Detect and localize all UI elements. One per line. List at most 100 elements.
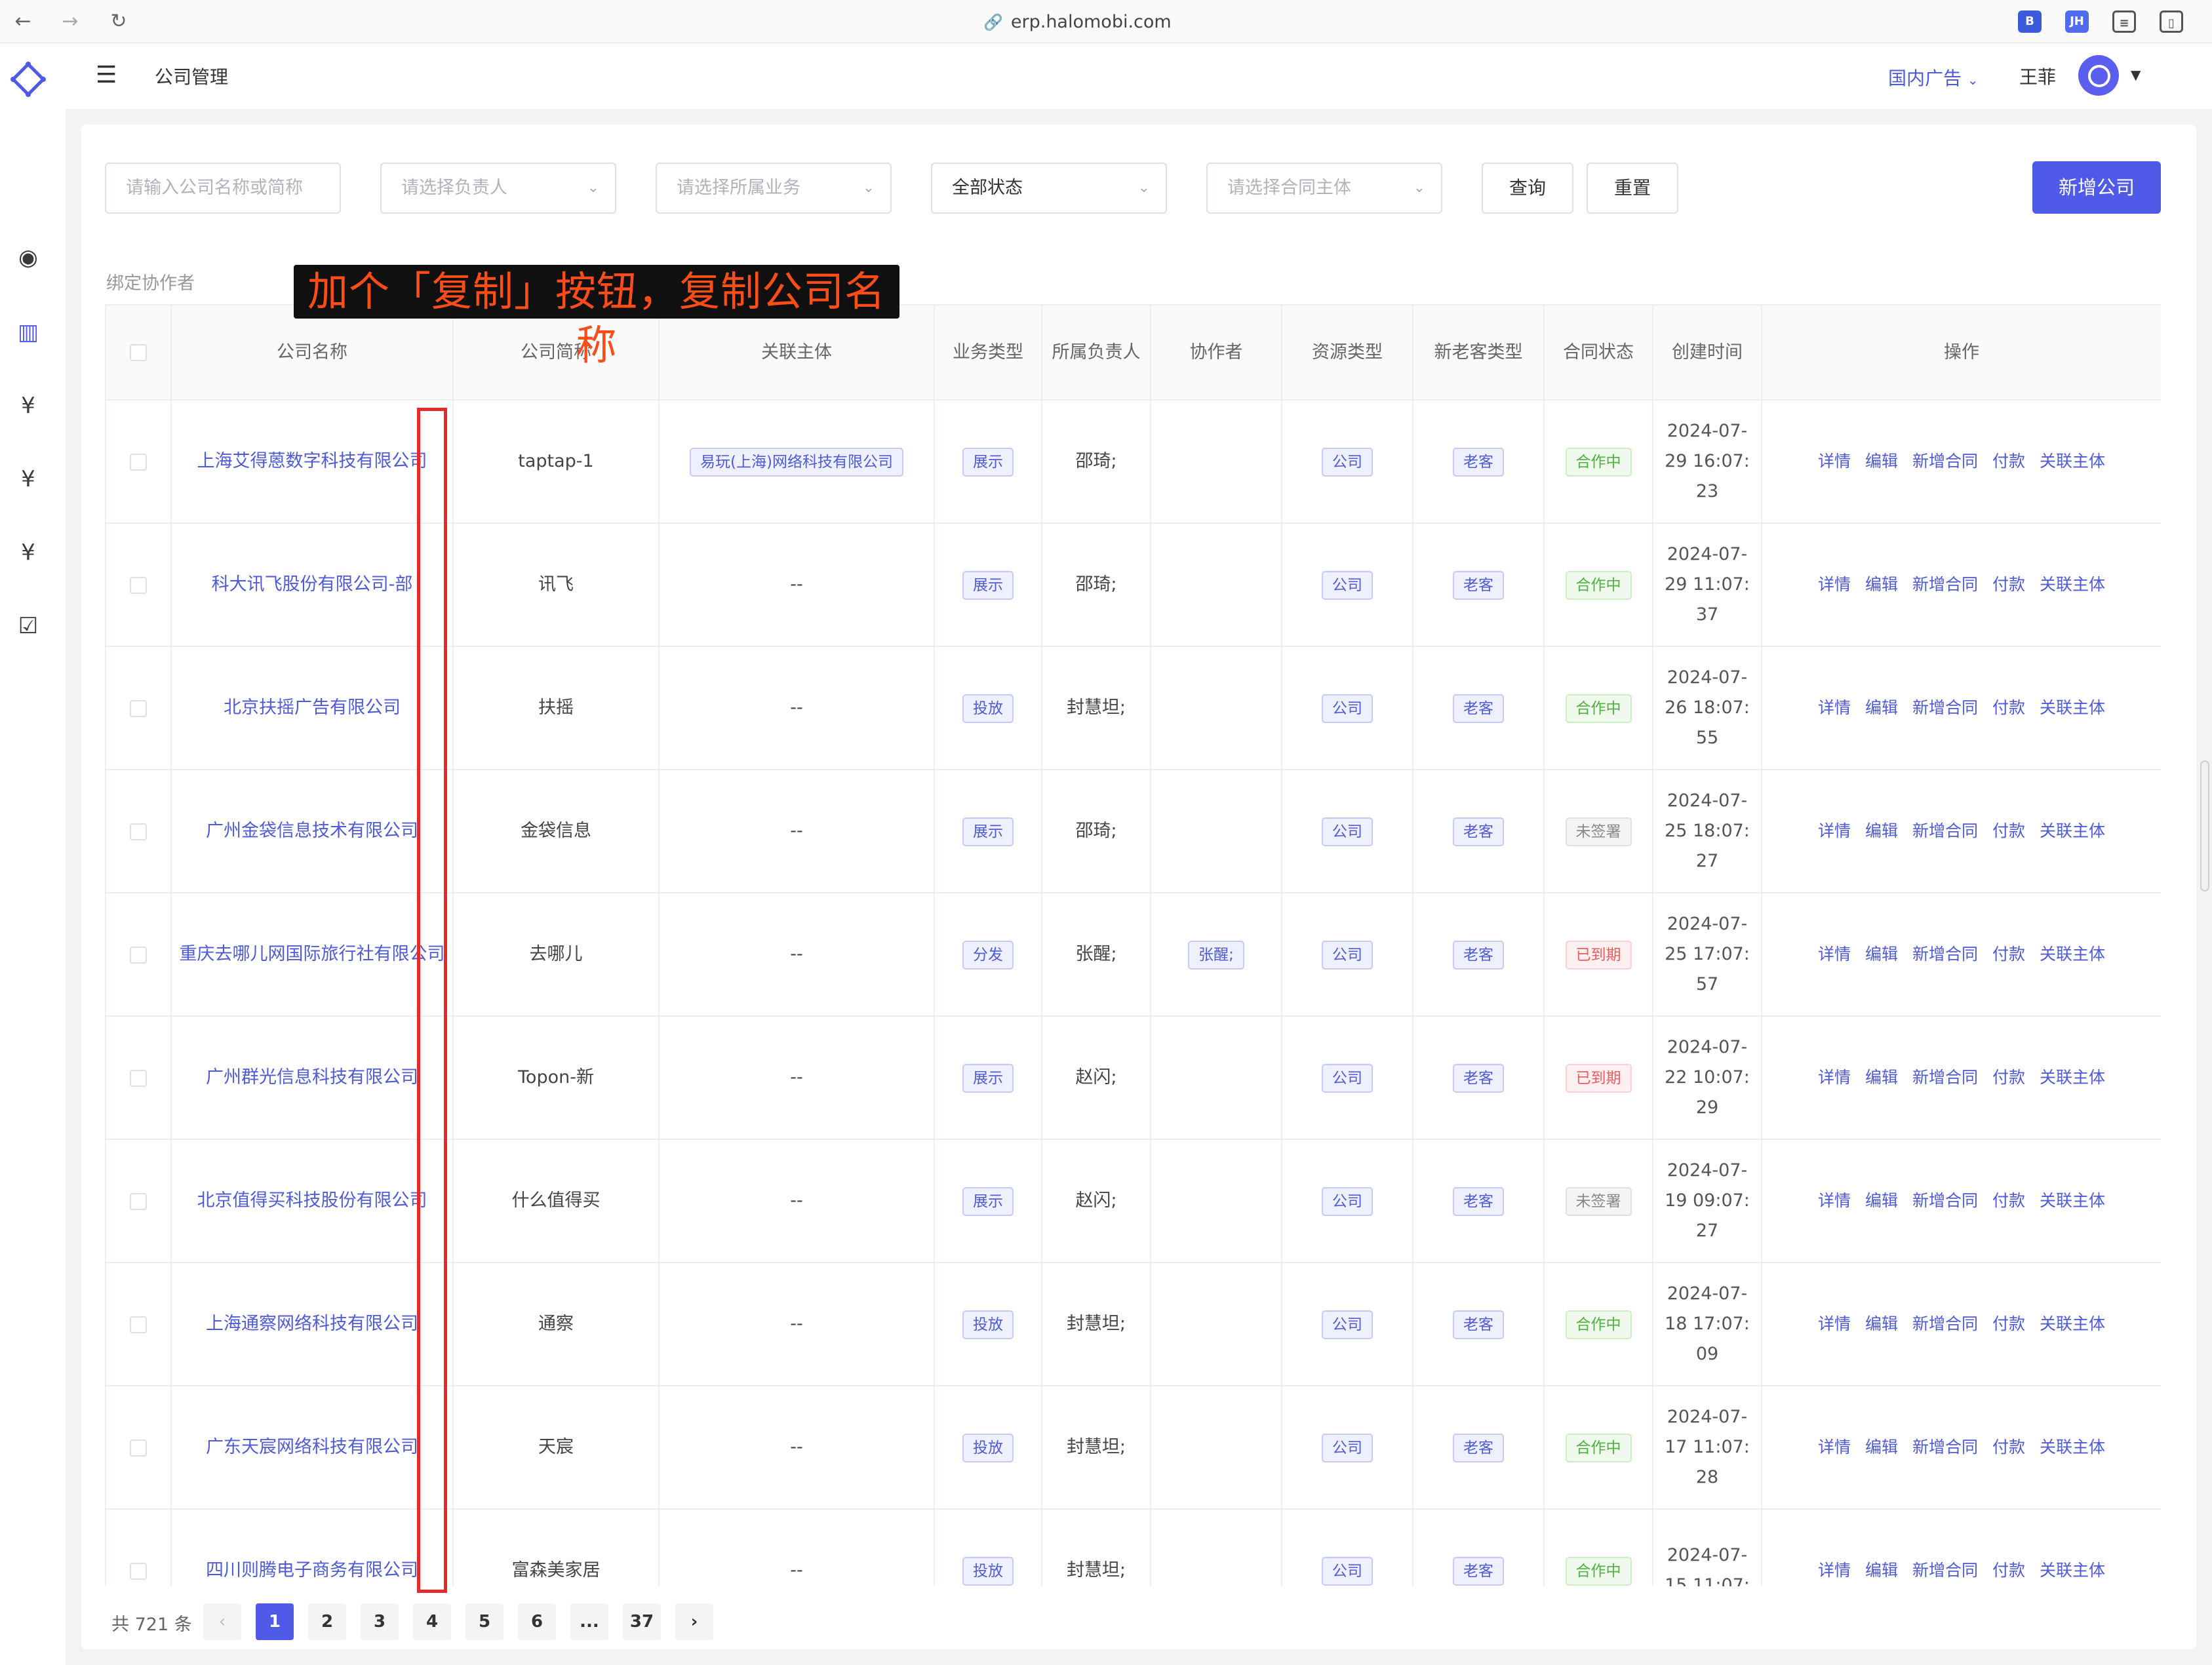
prev-page-icon[interactable]: ‹ xyxy=(203,1603,241,1640)
related-entity-tag[interactable]: 易玩(上海)网络科技有限公司 xyxy=(690,447,903,477)
action-add-contract-link[interactable]: 新增合同 xyxy=(1912,575,1978,594)
action-add-contract-link[interactable]: 新增合同 xyxy=(1912,452,1978,471)
extension-settings-icon[interactable]: ≡ xyxy=(2112,10,2136,33)
company-name-link[interactable]: 广州金袋信息技术有限公司 xyxy=(171,770,454,893)
bind-collaborator-link[interactable]: 绑定协作者 xyxy=(106,269,195,294)
action-add-contract-link[interactable]: 新增合同 xyxy=(1912,1191,1978,1210)
extension-jh-icon[interactable]: JH xyxy=(2065,10,2089,33)
action-add-contract-link[interactable]: 新增合同 xyxy=(1912,1314,1978,1333)
action-detail-link[interactable]: 详情 xyxy=(1818,821,1851,840)
logo-icon[interactable] xyxy=(10,62,46,97)
sidebar-toggle-icon[interactable]: ▯ xyxy=(2160,10,2183,33)
company-name-link[interactable]: 广东天宸网络科技有限公司 xyxy=(171,1386,454,1510)
action-edit-link[interactable]: 编辑 xyxy=(1865,1191,1898,1210)
username[interactable]: 王菲 xyxy=(2019,63,2056,89)
extension-bookmark-icon[interactable]: B xyxy=(2018,10,2042,33)
company-name-link[interactable]: 四川则腾电子商务有限公司 xyxy=(171,1509,454,1586)
action-payment-link[interactable]: 付款 xyxy=(1992,698,2025,717)
action-related-entity-link[interactable]: 关联主体 xyxy=(2040,452,2105,471)
header-select-all[interactable] xyxy=(105,305,172,401)
action-edit-link[interactable]: 编辑 xyxy=(1865,575,1898,594)
status-select[interactable]: 全部状态 ⌄ xyxy=(931,163,1167,214)
action-related-entity-link[interactable]: 关联主体 xyxy=(2040,1438,2105,1457)
action-payment-link[interactable]: 付款 xyxy=(1992,1068,2025,1087)
page-3[interactable]: 3 xyxy=(361,1603,399,1640)
reload-icon[interactable]: ↻ xyxy=(104,7,134,37)
business-select[interactable]: 请选择所属业务 ⌄ xyxy=(656,163,892,214)
action-detail-link[interactable]: 详情 xyxy=(1818,1191,1851,1210)
company-name-link[interactable]: 科大讯飞股份有限公司-部 xyxy=(171,523,454,647)
action-payment-link[interactable]: 付款 xyxy=(1992,1191,2025,1210)
yuan-search-icon[interactable]: ¥ xyxy=(12,463,45,496)
action-detail-link[interactable]: 详情 xyxy=(1818,575,1851,594)
page-1[interactable]: 1 xyxy=(256,1603,294,1640)
action-payment-link[interactable]: 付款 xyxy=(1992,575,2025,594)
row-checkbox[interactable] xyxy=(130,823,147,840)
page-4[interactable]: 4 xyxy=(413,1603,451,1640)
company-name-link[interactable]: 重庆去哪儿网国际旅行社有限公司 xyxy=(171,893,454,1017)
action-detail-link[interactable]: 详情 xyxy=(1818,452,1851,471)
action-edit-link[interactable]: 编辑 xyxy=(1865,821,1898,840)
action-payment-link[interactable]: 付款 xyxy=(1992,452,2025,471)
company-name-link[interactable]: 上海艾得蒽数字科技有限公司 xyxy=(171,400,454,524)
back-icon[interactable]: ← xyxy=(8,7,38,37)
action-related-entity-link[interactable]: 关联主体 xyxy=(2040,1314,2105,1333)
action-related-entity-link[interactable]: 关联主体 xyxy=(2040,575,2105,594)
action-detail-link[interactable]: 详情 xyxy=(1818,1068,1851,1087)
page-5[interactable]: 5 xyxy=(465,1603,504,1640)
query-button[interactable]: 查询 xyxy=(1482,163,1573,214)
action-edit-link[interactable]: 编辑 xyxy=(1865,452,1898,471)
action-payment-link[interactable]: 付款 xyxy=(1992,1438,2025,1457)
menu-toggle-icon[interactable]: ☰ xyxy=(96,62,117,88)
row-checkbox[interactable] xyxy=(130,1316,147,1333)
forward-icon[interactable]: → xyxy=(55,7,85,37)
reset-button[interactable]: 重置 xyxy=(1587,163,1678,214)
add-company-button[interactable]: 新增公司 xyxy=(2032,161,2161,214)
building-icon[interactable]: ▥ xyxy=(12,316,45,349)
address-bar[interactable]: 🔗 erp.halomobi.com xyxy=(983,8,1172,37)
row-checkbox[interactable] xyxy=(130,946,147,964)
action-payment-link[interactable]: 付款 xyxy=(1992,1561,2025,1580)
row-checkbox[interactable] xyxy=(130,699,147,717)
action-add-contract-link[interactable]: 新增合同 xyxy=(1912,698,1978,717)
action-add-contract-link[interactable]: 新增合同 xyxy=(1912,1561,1978,1580)
action-edit-link[interactable]: 编辑 xyxy=(1865,1438,1898,1457)
domain-select[interactable]: 国内广告 ⌄ xyxy=(1888,64,1979,90)
row-checkbox[interactable] xyxy=(130,1069,147,1087)
row-checkbox[interactable] xyxy=(130,576,147,594)
action-detail-link[interactable]: 详情 xyxy=(1818,1561,1851,1580)
company-search-input[interactable]: 请输入公司名称或简称 xyxy=(105,163,341,214)
action-related-entity-link[interactable]: 关联主体 xyxy=(2040,821,2105,840)
action-payment-link[interactable]: 付款 xyxy=(1992,1314,2025,1333)
page-ellipsis[interactable]: ... xyxy=(570,1603,608,1640)
action-edit-link[interactable]: 编辑 xyxy=(1865,1068,1898,1087)
page-scrollbar[interactable] xyxy=(2200,760,2209,891)
action-related-entity-link[interactable]: 关联主体 xyxy=(2040,945,2105,964)
action-edit-link[interactable]: 编辑 xyxy=(1865,1314,1898,1333)
company-name-link[interactable]: 北京值得买科技股份有限公司 xyxy=(171,1139,454,1263)
select-all-checkbox[interactable] xyxy=(130,344,147,361)
company-name-link[interactable]: 北京扶摇广告有限公司 xyxy=(171,646,454,770)
action-add-contract-link[interactable]: 新增合同 xyxy=(1912,821,1978,840)
contract-entity-select[interactable]: 请选择合同主体 ⌄ xyxy=(1206,163,1442,214)
yuan-doc-icon[interactable]: ¥ xyxy=(12,536,45,569)
caret-down-icon[interactable]: ▼ xyxy=(2131,67,2141,83)
action-detail-link[interactable]: 详情 xyxy=(1818,698,1851,717)
action-related-entity-link[interactable]: 关联主体 xyxy=(2040,1068,2105,1087)
clipboard-check-icon[interactable]: ☑ xyxy=(12,610,45,642)
company-name-link[interactable]: 广州群光信息科技有限公司 xyxy=(171,1016,454,1140)
next-page-icon[interactable]: › xyxy=(675,1603,713,1640)
row-checkbox[interactable] xyxy=(130,453,147,471)
action-add-contract-link[interactable]: 新增合同 xyxy=(1912,1438,1978,1457)
page-6[interactable]: 6 xyxy=(518,1603,556,1640)
yuan-circle-icon[interactable]: ¥ xyxy=(12,389,45,422)
page-2[interactable]: 2 xyxy=(308,1603,346,1640)
owner-select[interactable]: 请选择负责人 ⌄ xyxy=(380,163,616,214)
row-checkbox[interactable] xyxy=(130,1192,147,1210)
eye-icon[interactable]: ◉ xyxy=(12,241,45,274)
company-name-link[interactable]: 上海通察网络科技有限公司 xyxy=(171,1263,454,1386)
action-add-contract-link[interactable]: 新增合同 xyxy=(1912,945,1978,964)
action-detail-link[interactable]: 详情 xyxy=(1818,1314,1851,1333)
action-payment-link[interactable]: 付款 xyxy=(1992,821,2025,840)
action-related-entity-link[interactable]: 关联主体 xyxy=(2040,1191,2105,1210)
